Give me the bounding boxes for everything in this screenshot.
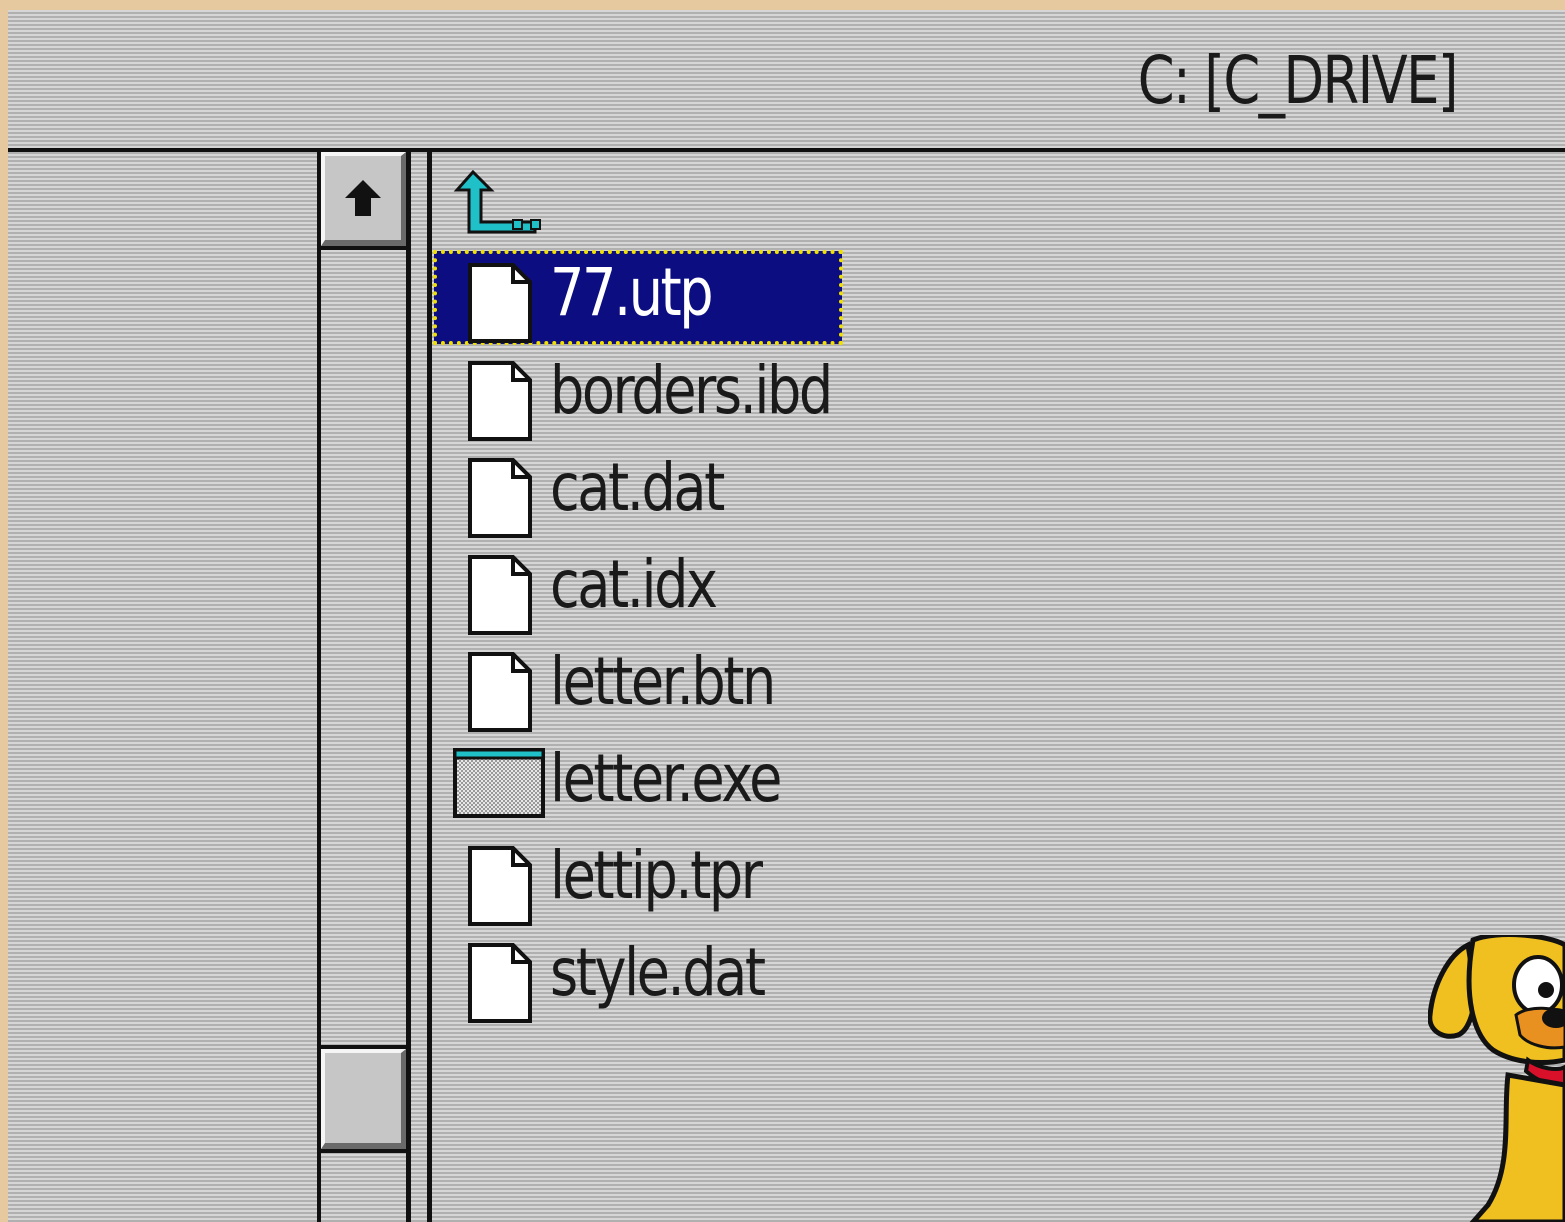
parent-directory-item[interactable] [451,169,571,250]
drive-header: C: [C_DRIVE] [8,10,1565,152]
document-icon [468,458,532,538]
file-row[interactable]: letter.exe [433,738,1233,834]
dog-mascot-icon[interactable] [1428,935,1565,1222]
file-row[interactable]: cat.dat [433,447,1233,543]
pane-divider [427,152,432,1222]
file-row[interactable]: borders.ibd [433,350,1233,446]
document-icon [468,846,532,926]
file-name: cat.idx [550,546,718,623]
document-icon [468,361,532,441]
file-row[interactable]: 77.utp [433,250,1233,348]
file-name: style.dat [550,934,766,1011]
document-icon [468,943,532,1023]
application-window-icon [453,748,545,818]
file-name: letter.btn [550,643,776,720]
scroll-thumb[interactable] [321,1049,406,1149]
file-name: cat.dat [550,449,725,526]
file-name: letter.exe [550,740,782,817]
file-name: 77.utp [550,254,714,331]
file-row[interactable]: lettip.tpr [433,835,1233,931]
vertical-scrollbar[interactable] [317,152,411,1222]
file-row[interactable]: letter.btn [433,641,1233,737]
file-row[interactable]: cat.idx [433,544,1233,640]
file-name: lettip.tpr [550,837,763,914]
drive-label[interactable]: C: [C_DRIVE] [1138,48,1459,114]
arrow-up-icon [345,180,381,216]
scroll-up-button[interactable] [321,152,406,246]
parent-directory-arrow-icon [453,169,541,234]
file-name: borders.ibd [550,352,833,429]
file-row[interactable]: style.dat [433,932,1233,1028]
document-icon [468,555,532,635]
document-icon [468,652,532,732]
document-icon [468,263,532,343]
file-browser-window: C: [C_DRIVE] 77.utp borders.ibd cat.dat … [8,10,1565,1222]
